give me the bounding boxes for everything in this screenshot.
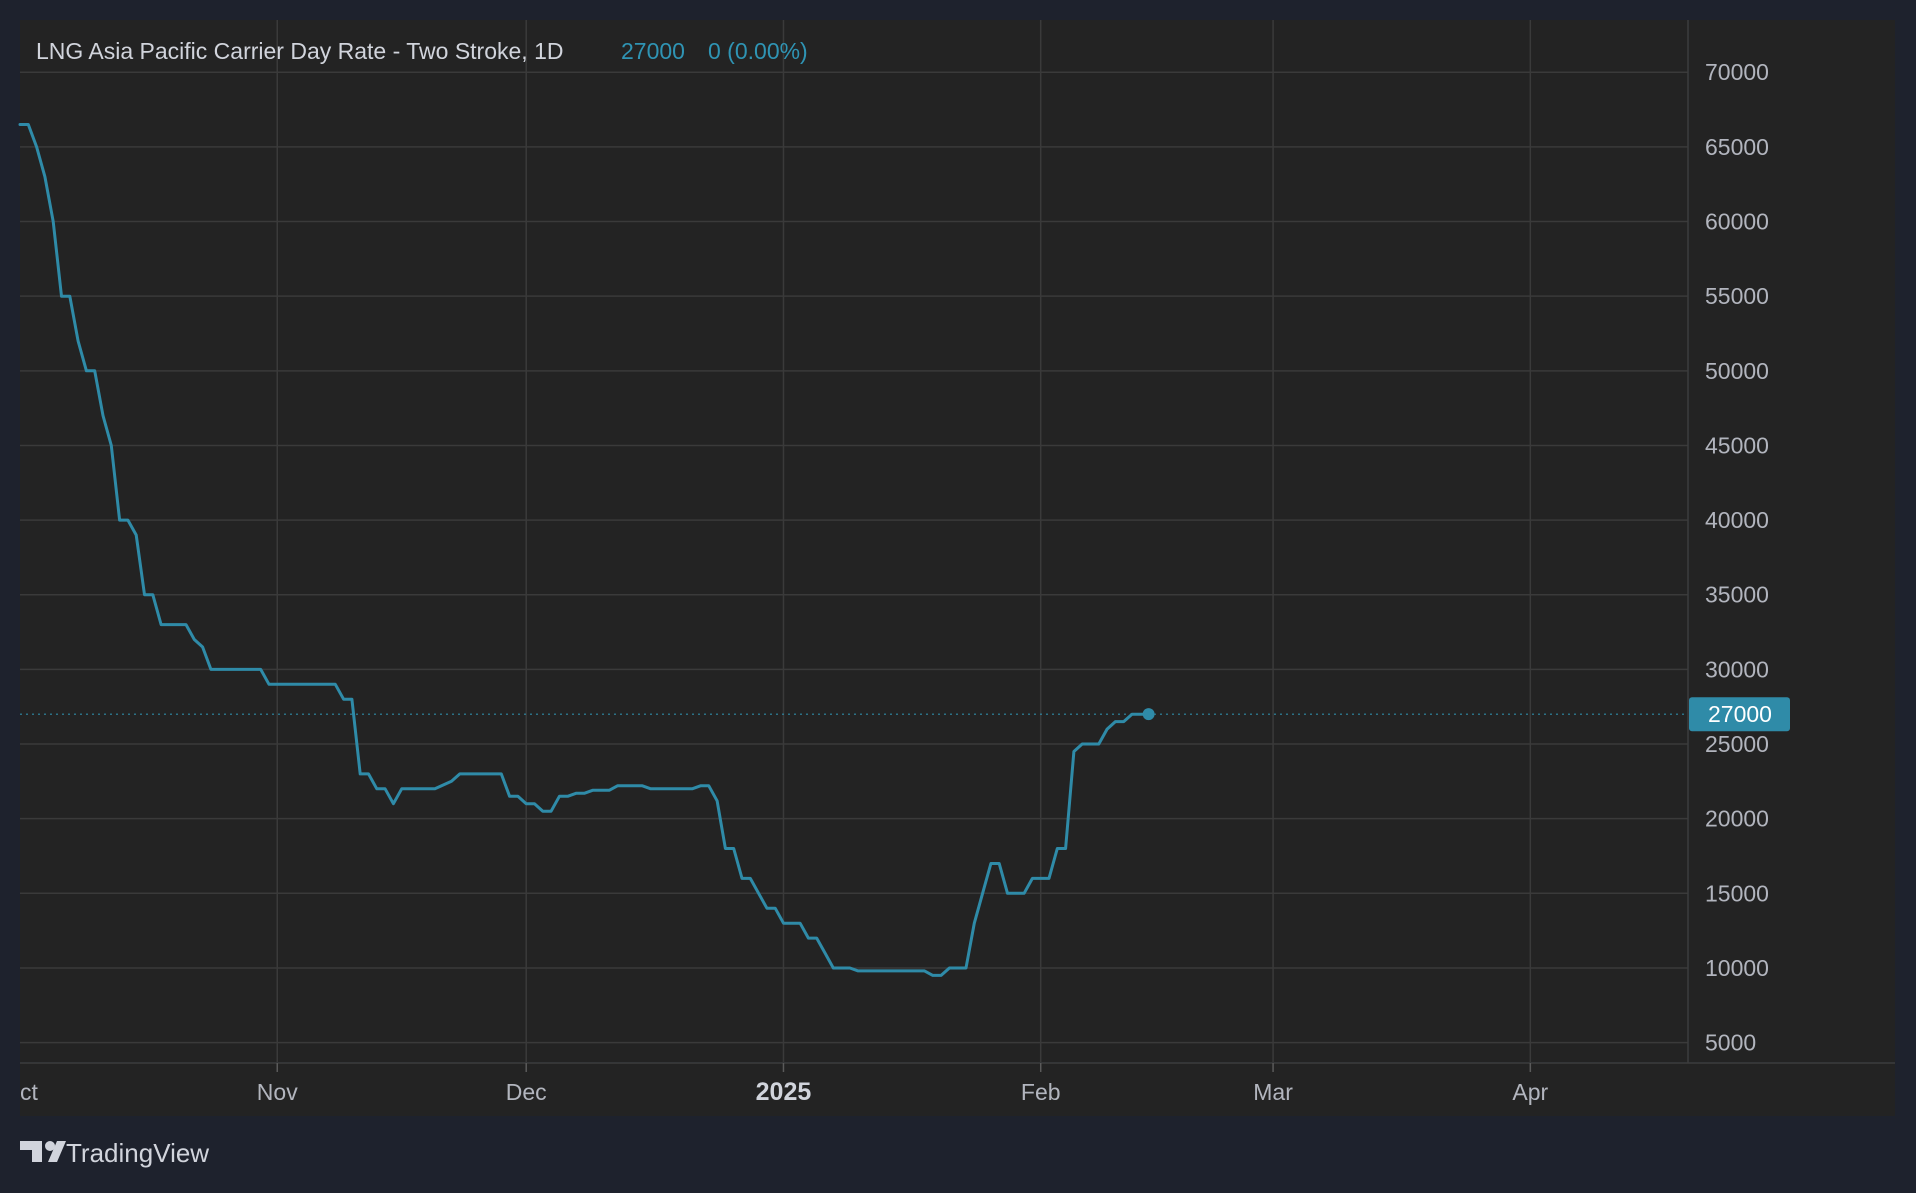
- y-tick-label: 5000: [1705, 1030, 1756, 1056]
- y-tick-label: 20000: [1705, 806, 1769, 832]
- last-point-marker: [1142, 708, 1155, 721]
- x-tick-label: ct: [20, 1079, 39, 1105]
- tradingview-logo-icon: [20, 1141, 66, 1162]
- y-tick-label: 10000: [1705, 955, 1769, 981]
- time-axis-panel[interactable]: [20, 1063, 1895, 1116]
- y-tick-label: 45000: [1705, 432, 1769, 458]
- x-tick-label: Dec: [506, 1079, 547, 1105]
- y-tick-label: 65000: [1705, 134, 1769, 160]
- y-tick-label: 30000: [1705, 656, 1769, 682]
- tradingview-brand[interactable]: TradingView: [20, 1138, 209, 1168]
- y-tick-label: 50000: [1705, 358, 1769, 384]
- legend-last-value: 27000: [621, 38, 685, 64]
- y-tick-label: 40000: [1705, 507, 1769, 533]
- y-tick-label: 35000: [1705, 582, 1769, 608]
- tradingview-wordmark: TradingView: [66, 1138, 209, 1168]
- last-price-tag-label: 27000: [1708, 701, 1772, 727]
- chart-frame: 70000 65000 60000 55000 50000 45000 40000 35000…: [0, 0, 1916, 1188]
- x-tick-label: Feb: [1021, 1079, 1061, 1105]
- chart-pane[interactable]: [20, 20, 1688, 1062]
- x-tick-label: Mar: [1253, 1079, 1293, 1105]
- chart-svg: 70000 65000 60000 55000 50000 45000 40000 35000…: [18, 20, 1895, 1168]
- last-price-tag: 27000: [1689, 697, 1790, 732]
- y-tick-label: 25000: [1705, 731, 1769, 757]
- x-tick-label: 2025: [756, 1078, 812, 1106]
- legend-change: 0 (0.00%): [708, 38, 808, 64]
- legend-title: LNG Asia Pacific Carrier Day Rate - Two …: [36, 38, 563, 64]
- y-tick-label: 15000: [1705, 880, 1769, 906]
- y-tick-label: 55000: [1705, 283, 1769, 309]
- y-tick-label: 70000: [1705, 59, 1769, 85]
- x-tick-label: Apr: [1512, 1079, 1548, 1105]
- x-tick-label: Nov: [257, 1079, 298, 1105]
- y-tick-label: 60000: [1705, 209, 1769, 235]
